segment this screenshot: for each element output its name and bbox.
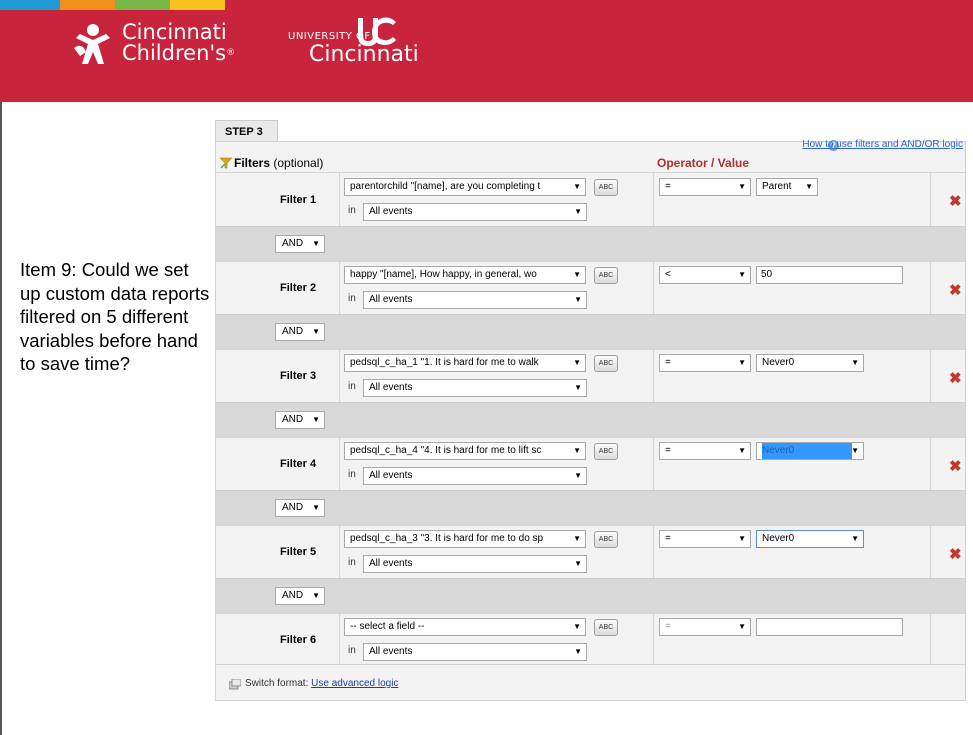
abc-button[interactable]: ABC bbox=[594, 531, 618, 548]
switch-format-text: Switch format: Use advanced logic bbox=[245, 678, 398, 689]
value-input[interactable] bbox=[756, 618, 903, 636]
filters-label: Filters bbox=[234, 156, 271, 170]
tab-step-3[interactable]: STEP 3 bbox=[215, 120, 278, 142]
delete-filter-icon[interactable]: ✖ bbox=[949, 371, 962, 386]
uc-city-wordmark: Cincinnati bbox=[309, 42, 419, 67]
in-label: in bbox=[348, 557, 356, 568]
and-or-select[interactable]: AND ▼ bbox=[275, 235, 325, 253]
help-link-filters-logic[interactable]: How to use filters and AND/OR logic bbox=[802, 139, 963, 150]
field-select[interactable]: -- select a field -- ▼ bbox=[344, 618, 586, 636]
delete-filter-icon[interactable]: ✖ bbox=[949, 459, 962, 474]
top-color-stripe bbox=[0, 0, 973, 10]
in-label: in bbox=[348, 205, 356, 216]
filter-funnel-icon bbox=[220, 157, 232, 169]
abc-button[interactable]: ABC bbox=[594, 179, 618, 196]
switch-format-label: Switch format: bbox=[245, 678, 309, 689]
operator-select[interactable]: = ▼ bbox=[659, 530, 751, 548]
filters-optional: (optional) bbox=[273, 156, 324, 170]
filter-label: Filter 4 bbox=[280, 458, 317, 470]
stripe-green bbox=[115, 0, 170, 10]
abc-button[interactable]: ABC bbox=[594, 443, 618, 460]
stripe-yellow bbox=[170, 0, 225, 10]
connector-row bbox=[216, 490, 965, 525]
abc-button[interactable]: ABC bbox=[594, 267, 618, 284]
filter-label: Filter 5 bbox=[280, 546, 317, 558]
and-or-select[interactable]: AND ▼ bbox=[275, 587, 325, 605]
filter-row-1: Filter 1 bbox=[216, 172, 965, 226]
event-select[interactable]: All events ▼ bbox=[363, 291, 587, 309]
cch-line2: Children's bbox=[122, 41, 227, 65]
value-select[interactable]: Never0 ▼ bbox=[756, 530, 864, 548]
in-label: in bbox=[348, 645, 356, 656]
abc-button[interactable]: ABC bbox=[594, 619, 618, 636]
operator-select-disabled[interactable]: = ▼ bbox=[659, 618, 751, 636]
filter-label: Filter 6 bbox=[280, 634, 317, 646]
event-select[interactable]: All events ▼ bbox=[363, 379, 587, 397]
cincinnati-childrens-wordmark: Cincinnati Children's® bbox=[122, 22, 235, 64]
and-or-select[interactable]: AND ▼ bbox=[275, 499, 325, 517]
use-advanced-logic-link[interactable]: Use advanced logic bbox=[311, 678, 398, 689]
and-or-select[interactable]: AND ▼ bbox=[275, 411, 325, 429]
value-input[interactable]: 50 bbox=[756, 266, 903, 284]
connector-row bbox=[216, 578, 965, 613]
value-select[interactable]: Parent ▼ bbox=[756, 178, 818, 196]
operator-select[interactable]: = ▼ bbox=[659, 354, 751, 372]
stripe-orange bbox=[60, 0, 115, 10]
filter-label: Filter 3 bbox=[280, 370, 317, 382]
in-label: in bbox=[348, 293, 356, 304]
stripe-blue bbox=[0, 0, 60, 10]
question-text: Item 9: Could we set up custom data repo… bbox=[20, 259, 210, 374]
filters-header: Filters (optional) bbox=[234, 156, 323, 170]
connector-row bbox=[216, 402, 965, 437]
and-or-select[interactable]: AND ▼ bbox=[275, 323, 325, 341]
filter-label: Filter 2 bbox=[280, 282, 317, 294]
in-label: in bbox=[348, 381, 356, 392]
operator-value-header: Operator / Value bbox=[657, 156, 750, 170]
operator-select[interactable]: < ▼ bbox=[659, 266, 751, 284]
cch-line1: Cincinnati bbox=[122, 20, 227, 44]
connector-row bbox=[216, 226, 965, 261]
slide-left-border bbox=[0, 102, 2, 735]
delete-filter-icon[interactable]: ✖ bbox=[949, 283, 962, 298]
filter-label: Filter 1 bbox=[280, 194, 317, 206]
event-select[interactable]: All events ▼ bbox=[363, 555, 587, 573]
cincinnati-childrens-logo-icon bbox=[74, 24, 110, 64]
field-select[interactable]: pedsql_c_ha_3 "3. It is hard for me to d… bbox=[344, 530, 586, 548]
operator-select[interactable]: = ▼ bbox=[659, 178, 751, 196]
field-select[interactable]: happy "[name], How happy, in general, wo… bbox=[344, 266, 586, 284]
registered-mark: ® bbox=[226, 48, 236, 58]
operator-select[interactable]: = ▼ bbox=[659, 442, 751, 460]
in-label: in bbox=[348, 469, 356, 480]
event-select[interactable]: All events ▼ bbox=[363, 203, 587, 221]
field-select[interactable]: pedsql_c_ha_1 "1. It is hard for me to w… bbox=[344, 354, 586, 372]
delete-filter-icon[interactable]: ✖ bbox=[949, 194, 962, 209]
event-select[interactable]: All events ▼ bbox=[363, 467, 587, 485]
field-select[interactable]: parentorchild "[name], are you completin… bbox=[344, 178, 586, 196]
delete-filter-icon[interactable]: ✖ bbox=[949, 547, 962, 562]
event-select[interactable]: All events ▼ bbox=[363, 643, 587, 661]
abc-button[interactable]: ABC bbox=[594, 355, 618, 372]
value-select-highlighted[interactable]: Never0 ▼ bbox=[756, 442, 864, 460]
field-select[interactable]: pedsql_c_ha_4 "4. It is hard for me to l… bbox=[344, 442, 586, 460]
value-select[interactable]: Never0 ▼ bbox=[756, 354, 864, 372]
switch-format-icon bbox=[229, 679, 241, 690]
connector-row bbox=[216, 314, 965, 349]
